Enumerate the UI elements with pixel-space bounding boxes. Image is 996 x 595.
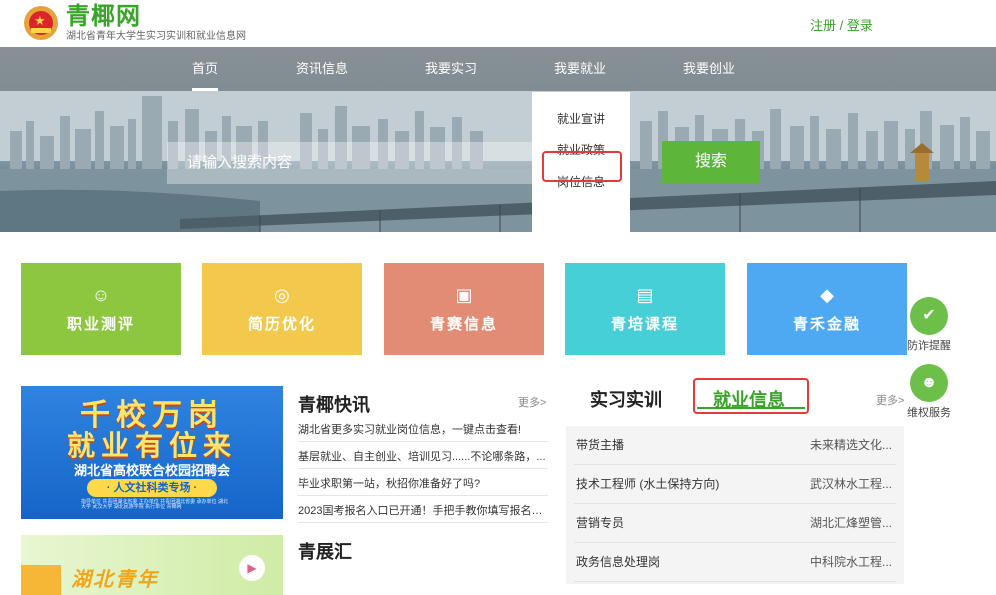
site-subtitle: 湖北省青年大学生实习实训和就业信息网 (66, 31, 246, 42)
site-title[interactable]: 青椰网 (66, 3, 141, 31)
job-row[interactable]: 政务信息处理岗 中科院水工程... (574, 543, 896, 582)
smile-icon: ☺ (91, 285, 111, 305)
auth-links: 注册 / 登录 (810, 15, 873, 34)
logo-emblem-icon[interactable]: ★ (24, 6, 58, 40)
banner2-text: 湖北青年 (71, 569, 159, 591)
tile-label: 简历优化 (247, 316, 316, 333)
job-company: 中科院水工程... (810, 555, 893, 569)
tile-label: 青培课程 (610, 316, 679, 333)
campus-recruitment-banner[interactable]: 千校万岗 就业有位来 湖北省高校联合校园招聘会 · 人文社科类专场 · 指导单位… (21, 386, 283, 519)
nav-internship[interactable]: 我要实习 (421, 47, 481, 91)
nav-news[interactable]: 资讯信息 (292, 47, 352, 91)
hubei-youth-banner[interactable]: 湖北青年 ▶ (21, 535, 283, 595)
tile-label: 职业测评 (66, 316, 135, 333)
nav-home[interactable]: 首页 (184, 47, 226, 91)
medal-icon: ◎ (274, 285, 290, 305)
tile-finance[interactable]: ◆ 青禾金融 (747, 263, 907, 355)
employment-tab-highlight-box (693, 378, 809, 414)
news-section-title: 青椰快讯 (298, 395, 370, 415)
news-item[interactable]: 基层就业、自主创业、培训见习......不论哪条路，... (298, 446, 548, 469)
nav-employment[interactable]: 我要就业 (550, 47, 610, 91)
hero-banner: 首页 资讯信息 我要实习 我要就业 我要创业 请输入搜索内容 搜索 就业宣讲 就… (0, 47, 996, 232)
job-list: 带货主播 未来精选文化... 技术工程师 (水土保持方向) 武汉林水工程... … (566, 426, 904, 584)
dropdown-item-recruit-talk[interactable]: 就业宣讲 (532, 106, 630, 132)
search-input[interactable]: 请输入搜索内容 (167, 142, 537, 184)
shield-icon: ✔ (910, 297, 948, 335)
site-header: ★ 青椰网 湖北省青年大学生实习实训和就业信息网 注册 / 登录 (0, 0, 996, 47)
tile-resume-optimize[interactable]: ◎ 简历优化 (202, 263, 362, 355)
job-title: 政务信息处理岗 (576, 555, 661, 569)
fraud-alert-label: 防诈提醒 (907, 340, 951, 352)
play-icon: ▶ (239, 555, 265, 581)
news-item[interactable]: 湖北省更多实习就业岗位信息，一键点击查看! (298, 419, 548, 442)
tab-internship-training[interactable]: 实习实训 (590, 386, 662, 412)
jobs-more-link[interactable]: 更多> (876, 392, 904, 408)
banner-stripe (21, 565, 61, 595)
banner-tag: · 人文社科类专场 · (87, 479, 217, 497)
job-title: 带货主播 (576, 438, 625, 452)
rights-service-button[interactable]: ☻ 维权服务 (904, 364, 954, 420)
banner-headline-2: 就业有位来 (66, 430, 237, 461)
tile-training-course[interactable]: ▤ 青培课程 (565, 263, 725, 355)
job-row[interactable]: 营销专员 湖北汇烽塑管... (574, 504, 896, 543)
main-nav: 首页 资讯信息 我要实习 我要就业 我要创业 (0, 47, 996, 91)
news-more-link[interactable]: 更多> (518, 394, 546, 410)
news-item[interactable]: 毕业求职第一站，秋招你准备好了吗? (298, 473, 548, 496)
tile-label: 青禾金融 (792, 316, 861, 333)
tile-label: 青赛信息 (429, 316, 498, 333)
job-company: 湖北汇烽塑管... (810, 516, 893, 530)
calendar-icon: ▤ (636, 285, 654, 305)
search-button[interactable]: 搜索 (662, 141, 760, 183)
job-title: 营销专员 (576, 516, 625, 530)
job-row[interactable]: 带货主播 未来精选文化... (574, 426, 896, 465)
expo-section-title: 青展汇 (298, 542, 352, 562)
job-title: 技术工程师 (水土保持方向) (576, 477, 720, 491)
job-company: 未来精选文化... (810, 438, 893, 452)
fraud-alert-button[interactable]: ✔ 防诈提醒 (904, 297, 954, 353)
register-link[interactable]: 注册 (810, 18, 836, 33)
nav-startup[interactable]: 我要创业 (679, 47, 739, 91)
tile-competition-info[interactable]: ▣ 青赛信息 (384, 263, 544, 355)
news-item[interactable]: 2023国考报名入口已开通！手把手教你填写报名信... (298, 500, 548, 523)
job-company: 武汉林水工程... (810, 477, 893, 491)
job-row[interactable]: 技术工程师 (水土保持方向) 武汉林水工程... (574, 465, 896, 504)
login-link[interactable]: 登录 (847, 18, 873, 33)
tile-career-assessment[interactable]: ☺ 职业测评 (21, 263, 181, 355)
face-icon: ☻ (910, 364, 948, 402)
job-info-highlight-box (542, 151, 622, 182)
banner-fineprint: 指导单位 共青团湖北省委 主办单位 共青团湖北省委 承办单位 湖北大学 武汉大学… (81, 499, 228, 510)
rights-service-label: 维权服务 (907, 407, 951, 419)
id-card-icon: ▣ (455, 285, 473, 305)
banner-subtitle: 湖北省高校联合校园招聘会 (73, 463, 230, 478)
auth-separator: / (836, 18, 847, 33)
diamond-icon: ◆ (820, 285, 834, 305)
